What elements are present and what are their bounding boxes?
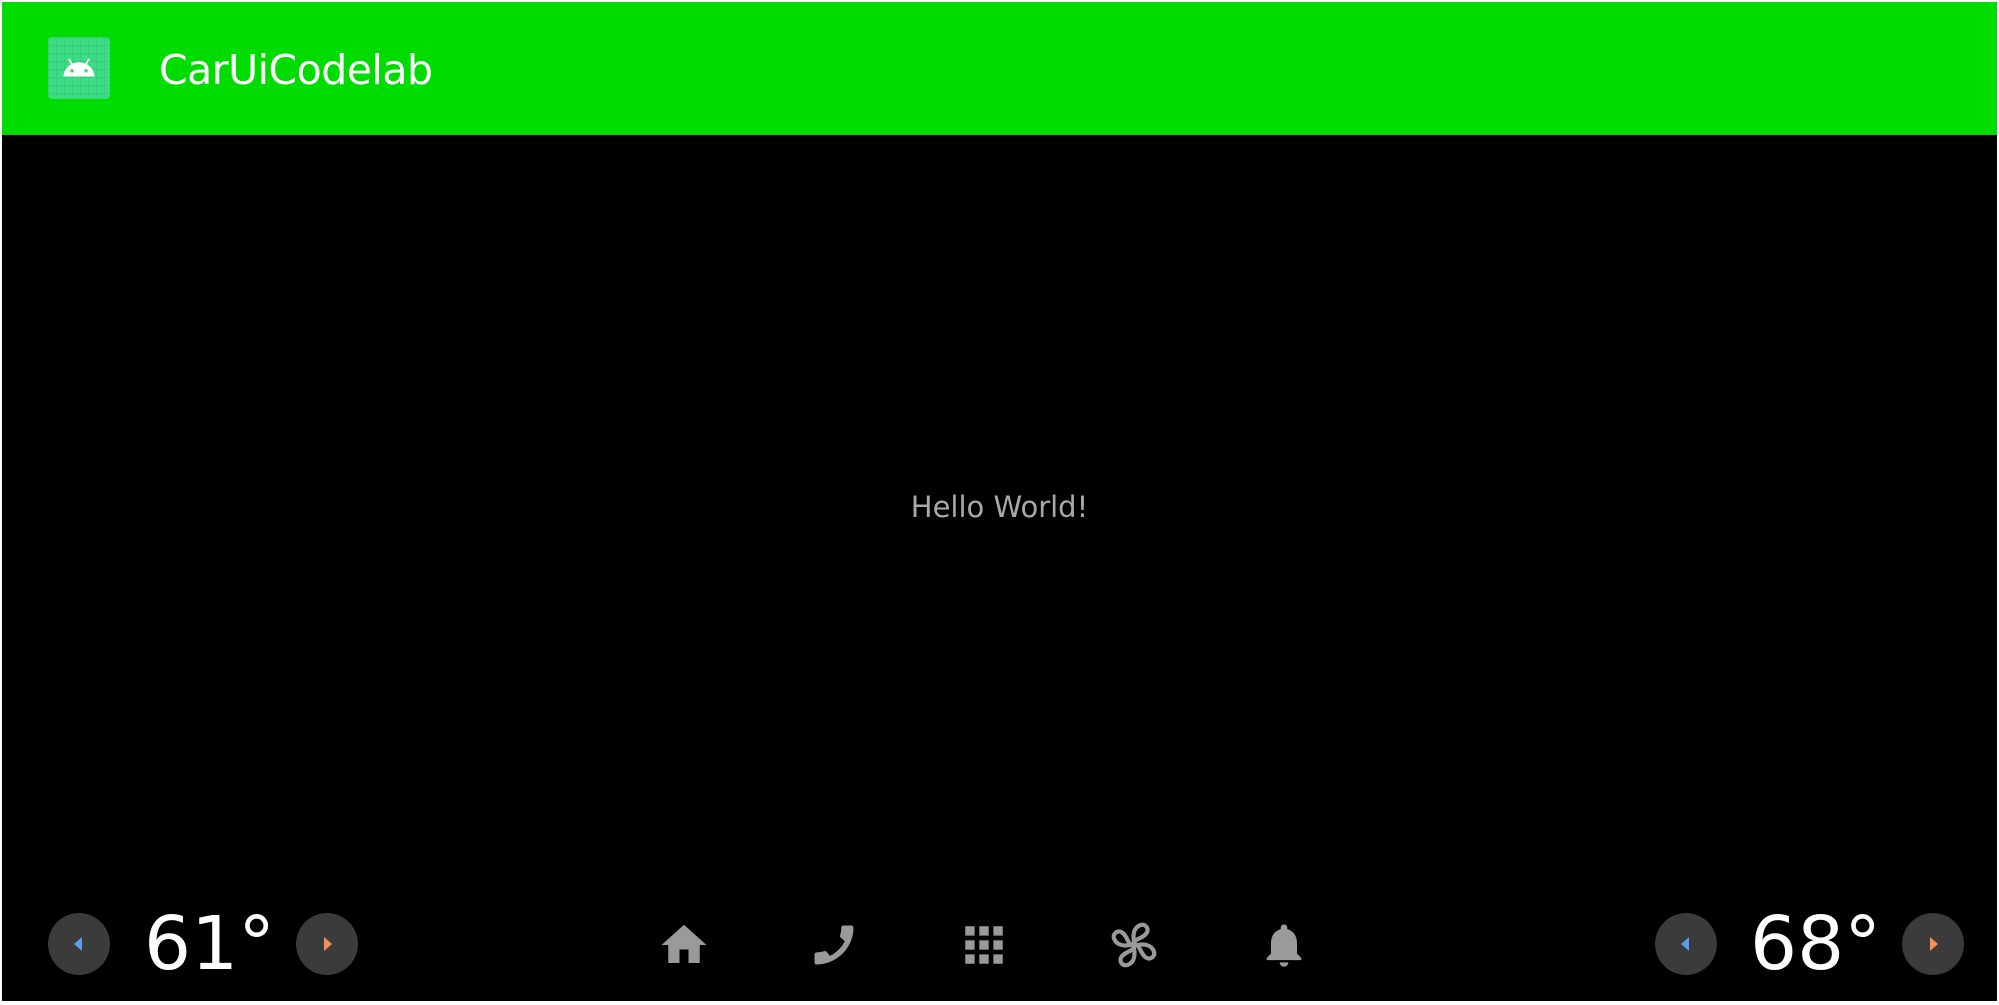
chevron-left-icon	[74, 937, 82, 951]
left-temp-decrease-button[interactable]	[48, 913, 110, 975]
app-title: CarUiCodelab	[159, 46, 433, 94]
app-bar: CarUiCodelab	[2, 2, 1997, 135]
car-screen: CarUiCodelab Hello World! 61° 68°	[2, 2, 1997, 1001]
notifications-button[interactable]	[1256, 917, 1312, 973]
android-icon	[48, 37, 110, 99]
fan-icon	[1111, 922, 1157, 968]
right-temp-increase-button[interactable]	[1902, 913, 1964, 975]
chevron-left-icon	[1681, 937, 1689, 951]
left-temp-value: 61°	[144, 901, 276, 987]
hello-world-text: Hello World!	[910, 490, 1089, 524]
right-temp-value: 68°	[1750, 901, 1882, 987]
home-button[interactable]	[656, 917, 712, 973]
system-bar: 61° 68°	[2, 882, 1997, 1001]
phone-icon	[814, 925, 854, 965]
bell-icon	[1266, 924, 1302, 967]
apps-grid-icon	[965, 926, 1003, 964]
phone-button[interactable]	[806, 917, 862, 973]
home-icon	[661, 924, 707, 963]
chevron-right-icon	[1930, 937, 1938, 951]
apps-button[interactable]	[956, 917, 1012, 973]
hvac-fan-button[interactable]	[1106, 917, 1162, 973]
left-temp-increase-button[interactable]	[296, 913, 358, 975]
chevron-right-icon	[324, 937, 332, 951]
right-temp-decrease-button[interactable]	[1655, 913, 1717, 975]
